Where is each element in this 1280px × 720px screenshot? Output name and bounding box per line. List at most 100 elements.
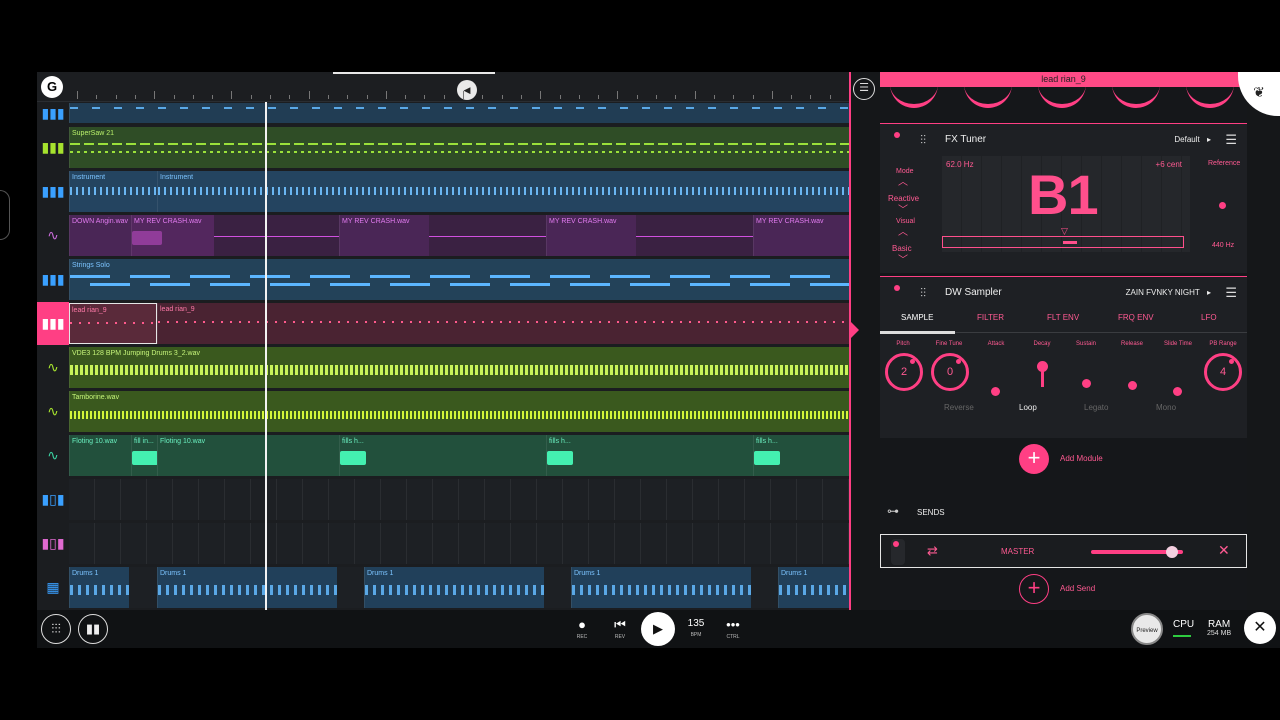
clip[interactable]: Drums 1 bbox=[157, 567, 337, 608]
clip[interactable]: SuperSaw 21 bbox=[69, 127, 850, 168]
track-row[interactable]: ▮▯▮ bbox=[37, 522, 850, 565]
fine-tune-knob[interactable]: 0 bbox=[931, 353, 969, 391]
ctrl-button[interactable]: ••• CTRL bbox=[718, 616, 748, 640]
clip[interactable] bbox=[69, 103, 850, 123]
drum-pad-icon[interactable]: ▮▯▮ bbox=[37, 478, 69, 521]
piano-icon[interactable]: ▮▮▮ bbox=[37, 102, 69, 124]
clip[interactable]: Drums 1 bbox=[778, 567, 850, 608]
waveform-icon[interactable]: ∿ bbox=[37, 346, 69, 389]
loop-toggle[interactable]: Loop bbox=[1019, 403, 1037, 412]
track-lane[interactable]: Tamborine.wav bbox=[69, 391, 850, 432]
waveform-icon[interactable]: ∿ bbox=[37, 434, 69, 477]
clip[interactable]: fill in... bbox=[131, 435, 157, 476]
clip[interactable]: Instrument bbox=[69, 171, 157, 212]
attack-knob[interactable] bbox=[991, 387, 1000, 396]
chevron-up-icon[interactable]: ︿ bbox=[898, 228, 908, 238]
close-icon[interactable]: ✕ bbox=[1244, 612, 1276, 644]
pb-range-knob[interactable]: 4 bbox=[1204, 353, 1242, 391]
track-row[interactable]: ▮▮▮ SuperSaw 21 bbox=[37, 126, 850, 169]
send-row-master[interactable]: ⇄ MASTER ✕ bbox=[880, 534, 1247, 568]
module-header[interactable]: ⫶⫶ FX Tuner Default ☰ bbox=[880, 124, 1247, 154]
release-knob[interactable] bbox=[1128, 381, 1137, 390]
waveform-icon[interactable]: ∿ bbox=[37, 390, 69, 433]
clip[interactable]: Floting 10.wav bbox=[69, 435, 131, 476]
clip[interactable]: Strings Solo bbox=[69, 259, 850, 300]
clip[interactable]: fills h... bbox=[546, 435, 753, 476]
clip[interactable]: Drums 1 bbox=[69, 567, 129, 608]
piano-icon[interactable]: ▮▮▮ bbox=[37, 258, 69, 301]
track-row[interactable]: ∿ Floting 10.wav fill in... Floting 10.w… bbox=[37, 434, 850, 477]
track-lane[interactable]: VDE3 128 BPM Jumping Drums 3_2.wav bbox=[69, 347, 850, 388]
module-header[interactable]: ⫶⫶ DW Sampler ZAIN FVNKY NIGHT ☰ bbox=[880, 277, 1247, 307]
track-lane[interactable] bbox=[69, 523, 850, 564]
track-lane[interactable] bbox=[69, 479, 850, 520]
track-row[interactable]: ∿ Tamborine.wav bbox=[37, 390, 850, 433]
hamburger-menu-icon[interactable]: ☰ bbox=[853, 78, 875, 100]
play-button[interactable]: ▶ bbox=[641, 612, 675, 646]
track-lane[interactable]: SuperSaw 21 bbox=[69, 127, 850, 168]
track-row[interactable]: ▮▮▮ Instrument Instrument bbox=[37, 170, 850, 213]
module-menu-icon[interactable]: ☰ bbox=[1225, 133, 1237, 146]
tab-lfo[interactable]: LFO bbox=[1201, 313, 1217, 322]
legato-toggle[interactable]: Legato bbox=[1084, 403, 1108, 412]
waveform-icon[interactable]: ∿ bbox=[37, 214, 69, 257]
macro-knob[interactable] bbox=[964, 72, 1012, 108]
arrangement-view[interactable]: G ◀ ▮▮▮ ▮▮▮ SuperSaw 21 ▮▮▮ Instrument I… bbox=[37, 72, 850, 610]
chevron-up-icon[interactable]: ︿ bbox=[898, 178, 908, 188]
clip[interactable]: Tamborine.wav bbox=[69, 391, 850, 432]
slide-time-knob[interactable] bbox=[1173, 387, 1182, 396]
visual-value[interactable]: Basic bbox=[892, 244, 912, 253]
clip[interactable]: Floting 10.wav bbox=[157, 435, 339, 476]
clip[interactable]: MY REV CRASH.wav bbox=[131, 215, 214, 256]
track-row-selected[interactable]: ▮▮▮ lead rian_9 lead rian_9 bbox=[37, 302, 850, 345]
mono-toggle[interactable]: Mono bbox=[1156, 403, 1176, 412]
close-icon[interactable]: ✕ bbox=[1218, 542, 1230, 559]
mode-value[interactable]: Reactive bbox=[888, 194, 919, 203]
reference-knob[interactable] bbox=[1219, 202, 1226, 209]
clip[interactable]: VDE3 128 BPM Jumping Drums 3_2.wav bbox=[69, 347, 850, 388]
piano-icon[interactable]: ▮▮▮ bbox=[37, 126, 69, 169]
track-lane[interactable] bbox=[69, 103, 850, 123]
rewind-button[interactable]: ⏮ REV bbox=[605, 616, 635, 640]
clip[interactable]: Drums 1 bbox=[364, 567, 544, 608]
macro-knob[interactable] bbox=[890, 72, 938, 108]
track-lane[interactable]: Floting 10.wav fill in... Floting 10.wav… bbox=[69, 435, 850, 476]
track-row[interactable]: ∿ VDE3 128 BPM Jumping Drums 3_2.wav bbox=[37, 346, 850, 389]
clip[interactable]: MY REV CRASH.wav bbox=[753, 215, 850, 256]
clip[interactable]: fills h... bbox=[753, 435, 850, 476]
track-row[interactable]: ▮▯▮ bbox=[37, 478, 850, 521]
bpm-control[interactable]: 135 BPM bbox=[681, 618, 711, 638]
send-level-thumb[interactable] bbox=[1165, 546, 1178, 558]
macro-knob[interactable] bbox=[1186, 72, 1234, 108]
app-logo-button[interactable]: G bbox=[41, 76, 63, 98]
record-button[interactable]: ● REC bbox=[567, 616, 597, 640]
track-row[interactable]: ∿ DOWN Angin.wav MY REV CRASH.wav MY REV… bbox=[37, 214, 850, 257]
piano-roll-icon[interactable]: ▮▮ bbox=[78, 614, 108, 644]
macro-knob[interactable] bbox=[1038, 72, 1086, 108]
track-row[interactable]: ▮▮▮ bbox=[37, 102, 850, 124]
power-icon[interactable] bbox=[894, 132, 900, 138]
tab-filter[interactable]: FILTER bbox=[977, 313, 1004, 322]
piano-icon[interactable]: ▮▮▮ bbox=[37, 170, 69, 213]
track-lane[interactable]: Instrument Instrument bbox=[69, 171, 850, 212]
track-lane[interactable]: lead rian_9 lead rian_9 bbox=[69, 303, 850, 344]
piano-icon[interactable]: ▮▮▮ bbox=[37, 302, 69, 345]
tab-frq-env[interactable]: FRQ ENV bbox=[1118, 313, 1154, 322]
loop-marker-knob[interactable]: ◀ bbox=[457, 80, 477, 100]
clip[interactable]: MY REV CRASH.wav bbox=[546, 215, 636, 256]
clip-selected[interactable]: lead rian_9 bbox=[69, 303, 157, 344]
drum-pad-icon[interactable]: ▦ bbox=[37, 566, 69, 609]
macro-knob[interactable] bbox=[1112, 72, 1160, 108]
track-lane[interactable]: DOWN Angin.wav MY REV CRASH.wav MY REV C… bbox=[69, 215, 850, 256]
chevron-down-icon[interactable]: ﹀ bbox=[898, 256, 908, 266]
tab-flt-env[interactable]: FLT ENV bbox=[1047, 313, 1079, 322]
drum-pad-icon[interactable]: ▮▯▮ bbox=[37, 522, 69, 565]
power-icon[interactable] bbox=[894, 285, 900, 291]
timeline-ruler[interactable]: G ◀ bbox=[37, 72, 850, 102]
preset-selector[interactable]: Default bbox=[1174, 135, 1211, 144]
pitch-knob[interactable]: 2 bbox=[885, 353, 923, 391]
module-menu-icon[interactable]: ☰ bbox=[1225, 286, 1237, 299]
clip[interactable]: lead rian_9 bbox=[157, 303, 850, 344]
chevron-down-icon[interactable]: ﹀ bbox=[898, 206, 908, 216]
clip[interactable]: Instrument bbox=[157, 171, 850, 212]
